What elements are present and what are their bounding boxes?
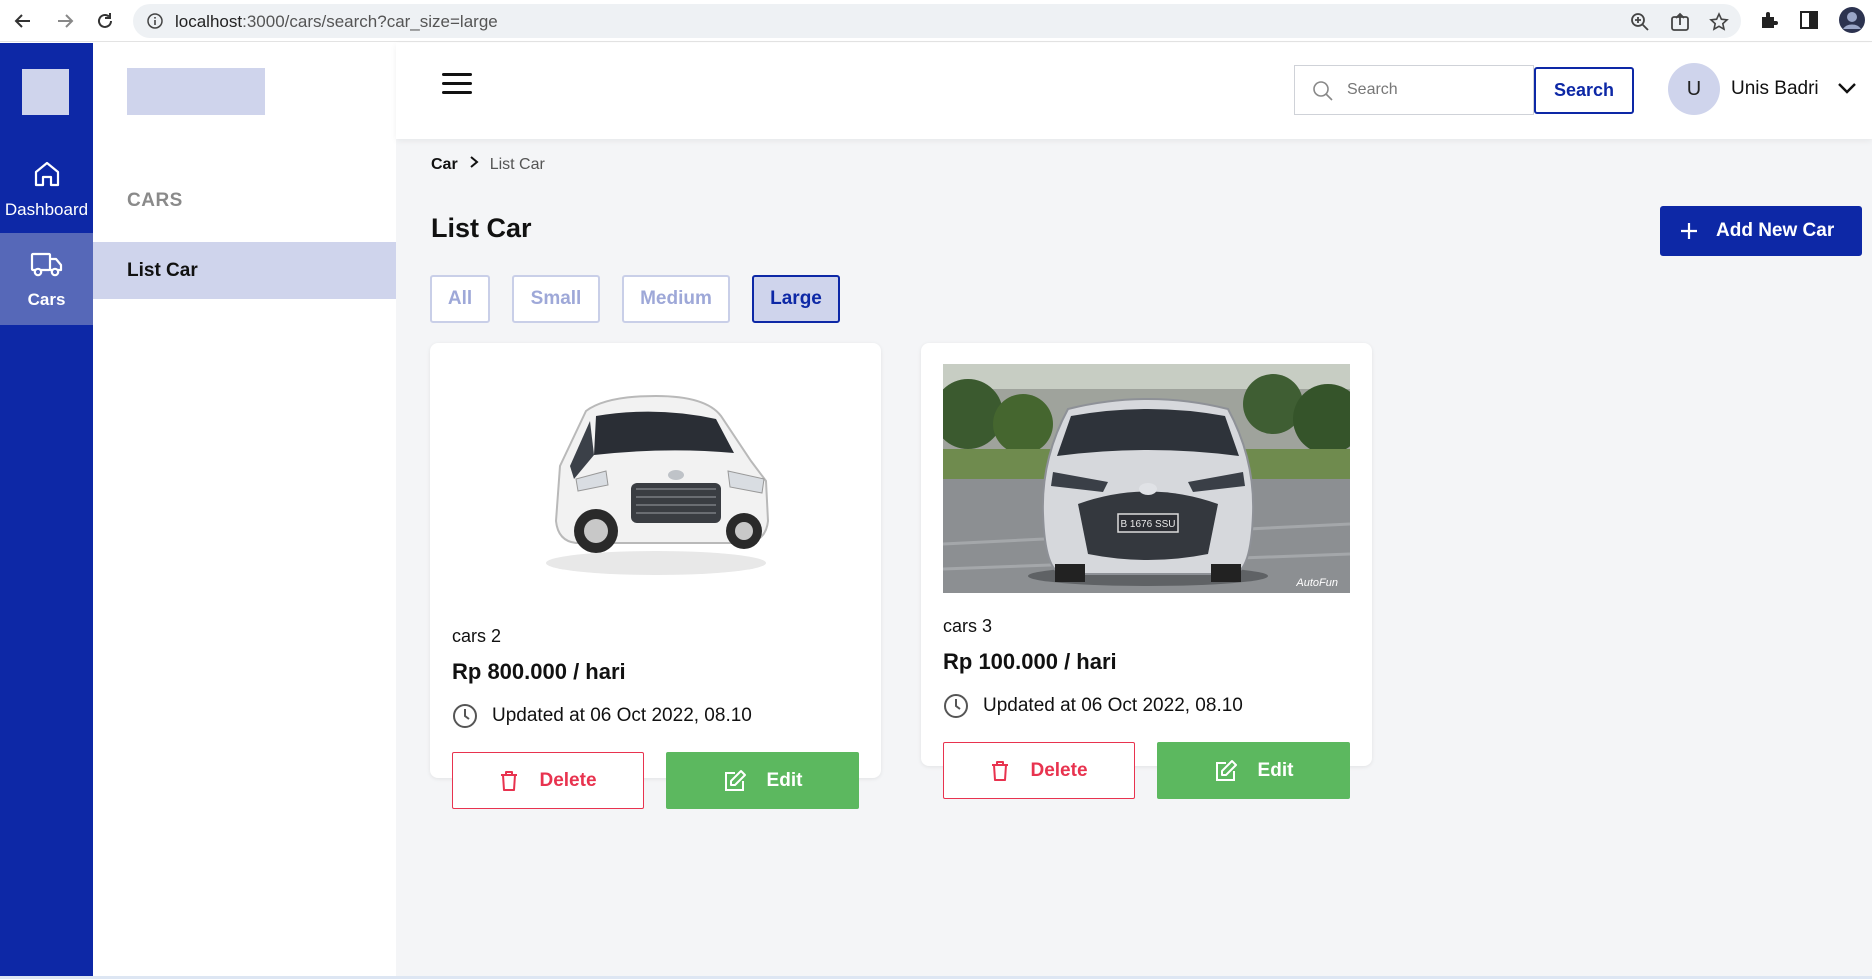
filter-large[interactable]: Large (752, 275, 840, 323)
delete-button[interactable]: Delete (943, 742, 1135, 799)
breadcrumb-root[interactable]: Car (431, 156, 458, 174)
rail-logo (22, 69, 69, 115)
sidebar: CARS List Car (93, 43, 396, 976)
car-updated: Updated at 06 Oct 2022, 08.10 (943, 693, 1243, 719)
car-card: B 1676 SSU AutoFun cars 3 Rp 100.000 / h… (921, 343, 1372, 799)
chevron-right-icon (468, 155, 480, 174)
sidebar-item-list-car[interactable]: List Car (93, 242, 396, 299)
topbar: Search U Unis Badri (396, 43, 1872, 139)
rail-item-label: Dashboard (4, 199, 89, 219)
breadcrumb-current: List Car (489, 155, 545, 173)
breadcrumb: Car List Car (431, 155, 545, 174)
filter-small[interactable]: Small (512, 275, 600, 323)
image-watermark: AutoFun (1295, 577, 1338, 589)
edit-icon (724, 769, 746, 791)
chevron-down-icon[interactable] (1836, 77, 1858, 104)
truck-icon (30, 249, 64, 290)
car-image: B 1676 SSU AutoFun (943, 364, 1350, 593)
forward-icon[interactable] (50, 6, 80, 36)
car-updated-text: Updated at 06 Oct 2022, 08.10 (492, 705, 752, 726)
edit-label: Edit (1257, 759, 1294, 781)
rail-item-dashboard[interactable]: Dashboard (0, 143, 93, 235)
user-name[interactable]: Unis Badri (1731, 78, 1819, 100)
edit-button[interactable]: Edit (1157, 742, 1350, 799)
car-name: cars 3 (943, 616, 993, 636)
car-price: Rp 800.000 / hari (452, 659, 626, 684)
edit-icon (1215, 759, 1237, 781)
clock-icon (453, 704, 477, 728)
license-plate: B 1676 SSU (1120, 519, 1175, 530)
filter-all[interactable]: All (430, 275, 490, 323)
profile-icon[interactable] (1838, 6, 1866, 34)
url-path: :3000/cars/search?car_size=large (242, 12, 498, 31)
home-icon (32, 159, 62, 200)
edit-button[interactable]: Edit (666, 752, 859, 809)
reload-icon[interactable] (90, 6, 120, 36)
search-input[interactable] (1347, 79, 1522, 101)
clock-icon (944, 694, 968, 718)
rail-item-label: Cars (27, 289, 66, 309)
extensions-icon[interactable] (1758, 9, 1780, 31)
car-name: cars 2 (452, 626, 502, 646)
filter-medium[interactable]: Medium (622, 275, 730, 323)
rail-item-cars[interactable]: Cars (0, 233, 93, 325)
sidebar-logo (127, 68, 265, 115)
delete-button[interactable]: Delete (452, 752, 644, 809)
info-icon[interactable] (147, 13, 163, 34)
browser-toolbar: localhost:3000/cars/search?car_size=larg… (0, 0, 1872, 42)
search-button[interactable]: Search (1534, 67, 1634, 114)
delete-label: Delete (539, 769, 597, 791)
left-rail: Dashboard Cars (0, 43, 93, 976)
side-panel-icon[interactable] (1798, 9, 1820, 31)
trash-icon (501, 770, 518, 791)
car-updated-text: Updated at 06 Oct 2022, 08.10 (983, 695, 1243, 716)
zoom-icon[interactable] (1630, 12, 1650, 32)
search-icon (1313, 81, 1333, 101)
star-icon[interactable] (1709, 12, 1729, 32)
sidebar-heading: CARS (127, 190, 183, 211)
avatar[interactable]: U (1668, 63, 1720, 115)
edit-label: Edit (766, 769, 803, 791)
app-page: Dashboard Cars CARS List Car Search U Un… (0, 43, 1872, 979)
add-new-car-button[interactable]: Add New Car (1660, 206, 1862, 256)
car-updated: Updated at 06 Oct 2022, 08.10 (452, 703, 752, 729)
url-host: localhost (175, 12, 243, 31)
trash-icon (992, 760, 1009, 781)
address-bar[interactable]: localhost:3000/cars/search?car_size=larg… (133, 4, 1741, 38)
menu-icon[interactable] (442, 73, 472, 97)
search-field[interactable] (1294, 65, 1534, 115)
car-card: cars 2 Rp 800.000 / hari Updated at 06 O… (430, 343, 881, 809)
share-icon[interactable] (1670, 12, 1690, 32)
plus-icon (1680, 222, 1698, 240)
add-new-car-label: Add New Car (1716, 220, 1835, 241)
car-image (452, 361, 859, 590)
car-price: Rp 100.000 / hari (943, 649, 1117, 674)
back-icon[interactable] (8, 6, 38, 36)
delete-label: Delete (1030, 759, 1088, 781)
page-title: List Car (431, 213, 532, 243)
url-text[interactable]: localhost:3000/cars/search?car_size=larg… (175, 12, 498, 32)
